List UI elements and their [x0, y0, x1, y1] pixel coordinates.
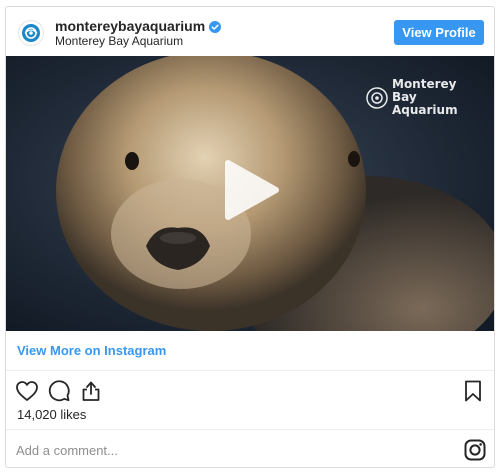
play-icon[interactable] [222, 159, 280, 221]
action-bar [6, 371, 494, 411]
verified-badge-icon [209, 20, 222, 33]
view-more-row: View More on Instagram [6, 331, 494, 371]
share-icon[interactable] [79, 379, 103, 403]
instagram-icon[interactable] [464, 439, 486, 461]
watermark-text: Monterey Bay Aquarium [392, 77, 458, 117]
username[interactable]: montereybayaquarium [55, 18, 205, 34]
username-row: montereybayaquarium [55, 18, 222, 34]
bookmark-icon[interactable] [461, 379, 485, 403]
comment-icon[interactable] [47, 379, 71, 403]
comment-row [6, 429, 494, 467]
likes-count[interactable]: 14,020 likes [17, 407, 86, 422]
post-video[interactable]: Monterey Bay Aquarium [6, 56, 494, 331]
view-profile-button[interactable]: View Profile [394, 20, 484, 45]
post-header: montereybayaquarium Monterey Bay Aquariu… [6, 7, 494, 57]
aquarium-logo-icon[interactable] [18, 20, 44, 46]
heart-icon[interactable] [15, 379, 39, 403]
comment-input[interactable] [16, 440, 436, 460]
full-name: Monterey Bay Aquarium [55, 34, 184, 48]
watermark: Monterey Bay Aquarium [366, 78, 472, 117]
instagram-embed-card: montereybayaquarium Monterey Bay Aquariu… [5, 6, 495, 468]
aquarium-watermark-icon [366, 86, 388, 109]
view-more-link[interactable]: View More on Instagram [17, 343, 166, 358]
